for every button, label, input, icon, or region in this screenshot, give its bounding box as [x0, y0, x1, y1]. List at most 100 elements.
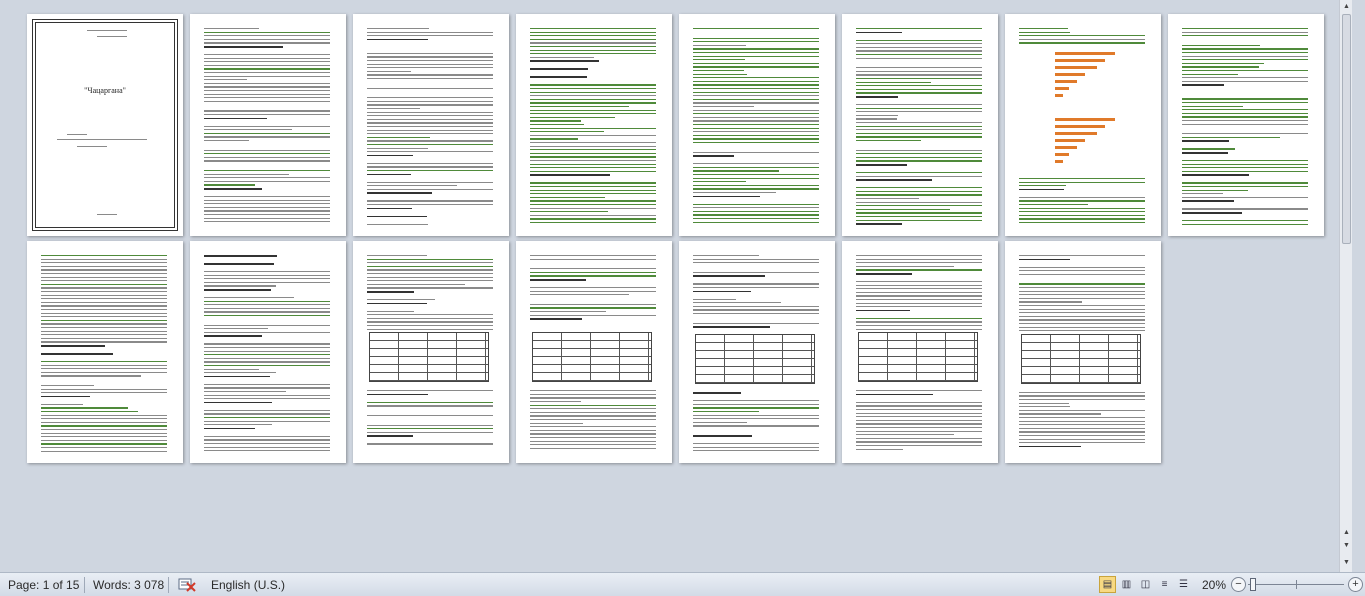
text-line	[856, 149, 982, 151]
zoom-slider-thumb[interactable]	[1250, 578, 1257, 591]
word-count-indicator[interactable]: Words: 3 078	[93, 578, 164, 592]
page-thumbnail[interactable]	[679, 14, 835, 236]
text-line	[367, 118, 493, 121]
text-line	[1182, 55, 1308, 57]
text-line	[1182, 136, 1281, 139]
text-line	[367, 393, 429, 396]
text-line	[693, 184, 819, 187]
print-layout-view-button[interactable]: ▤	[1099, 576, 1116, 593]
page-thumbnail[interactable]	[27, 241, 183, 463]
text-line	[367, 291, 415, 293]
text-line	[856, 262, 982, 264]
text-line	[693, 192, 776, 194]
text-line	[856, 118, 897, 120]
text-line	[41, 265, 167, 268]
page-thumbnail[interactable]	[516, 14, 672, 236]
text-line	[41, 262, 167, 264]
text-line	[693, 48, 819, 50]
outline-view-button[interactable]: ≡	[1156, 576, 1173, 593]
scroll-up-icon[interactable]: ▲	[1342, 2, 1351, 11]
text-line	[530, 167, 656, 169]
page-thumbnail[interactable]: "Чацаргана"	[27, 14, 183, 236]
vertical-scrollbar[interactable]: ▲ ▲ ▼ ▼	[1339, 0, 1352, 572]
scroll-down-icon[interactable]: ▼	[1342, 558, 1351, 567]
text-line	[367, 67, 493, 69]
text-line	[530, 426, 656, 428]
text-line	[1182, 167, 1308, 169]
text-line	[530, 46, 656, 48]
text-line	[1019, 207, 1145, 209]
chart-bar	[1055, 94, 1063, 97]
text-line	[1019, 399, 1145, 401]
text-line	[57, 139, 147, 141]
text-line	[367, 162, 493, 165]
text-line	[693, 309, 819, 311]
text-line	[530, 49, 656, 51]
scrollbar-thumb[interactable]	[1342, 14, 1351, 244]
text-line	[856, 39, 982, 41]
page-thumbnail[interactable]	[1005, 241, 1161, 463]
text-line	[367, 207, 412, 210]
page-thumbnail[interactable]	[842, 241, 998, 463]
proofing-status-icon[interactable]	[178, 577, 196, 592]
text-line	[1019, 395, 1145, 397]
text-line	[1182, 200, 1235, 202]
text-line	[41, 388, 167, 390]
full-screen-reading-view-button[interactable]: ▥	[1118, 576, 1135, 593]
page-thumbnail[interactable]	[842, 14, 998, 236]
text-line	[693, 435, 753, 437]
text-line	[530, 88, 656, 90]
text-line	[530, 214, 656, 217]
text-line	[856, 74, 982, 76]
page-thumbnail[interactable]	[516, 241, 672, 463]
text-line	[204, 354, 330, 356]
page-thumbnail[interactable]	[190, 14, 346, 236]
text-line	[204, 210, 330, 212]
text-line	[204, 328, 268, 330]
page-thumbnail[interactable]	[1005, 14, 1161, 236]
text-line	[530, 218, 656, 220]
page-number-indicator[interactable]: Page: 1 of 15	[8, 578, 79, 592]
text-line	[530, 318, 582, 320]
web-layout-view-button[interactable]: ◫	[1137, 576, 1154, 593]
zoom-in-button[interactable]: +	[1348, 577, 1363, 592]
text-line	[856, 281, 982, 283]
text-line	[204, 443, 330, 445]
text-line	[693, 37, 819, 39]
scroll-down-icon[interactable]: ▼	[1342, 541, 1351, 550]
zoom-out-button[interactable]: −	[1231, 577, 1246, 592]
text-line	[693, 124, 819, 126]
page-thumbnail[interactable]	[190, 241, 346, 463]
text-line	[367, 185, 458, 187]
text-line	[204, 79, 247, 81]
text-line	[367, 200, 493, 202]
page-thumbnail[interactable]	[1168, 14, 1324, 236]
text-line	[204, 439, 330, 441]
language-indicator[interactable]: English (U.S.)	[211, 578, 285, 592]
text-line	[367, 435, 414, 437]
text-line	[204, 331, 330, 334]
text-line	[367, 129, 493, 131]
text-line	[1019, 435, 1145, 437]
text-line	[367, 317, 493, 320]
text-line	[41, 411, 139, 413]
text-line	[204, 188, 262, 190]
document-workspace[interactable]: "Чацаргана" ▲ ▲ ▼ ▼	[0, 0, 1352, 572]
text-line	[1182, 196, 1308, 199]
draft-view-button[interactable]: ☰	[1175, 576, 1192, 593]
text-line	[204, 90, 330, 92]
text-line	[856, 258, 982, 260]
text-line	[530, 42, 656, 44]
text-line	[530, 142, 656, 144]
page-thumbnail[interactable]	[353, 241, 509, 463]
chart-bar	[1055, 118, 1115, 121]
text-line	[204, 347, 330, 349]
text-line	[693, 174, 819, 176]
text-line	[204, 289, 271, 291]
page-thumbnail[interactable]	[679, 241, 835, 463]
text-line	[1019, 326, 1145, 328]
scroll-up-icon[interactable]: ▲	[1342, 528, 1351, 537]
zoom-level[interactable]: 20%	[1202, 578, 1226, 592]
text-line	[856, 96, 898, 98]
page-thumbnail[interactable]	[353, 14, 509, 236]
